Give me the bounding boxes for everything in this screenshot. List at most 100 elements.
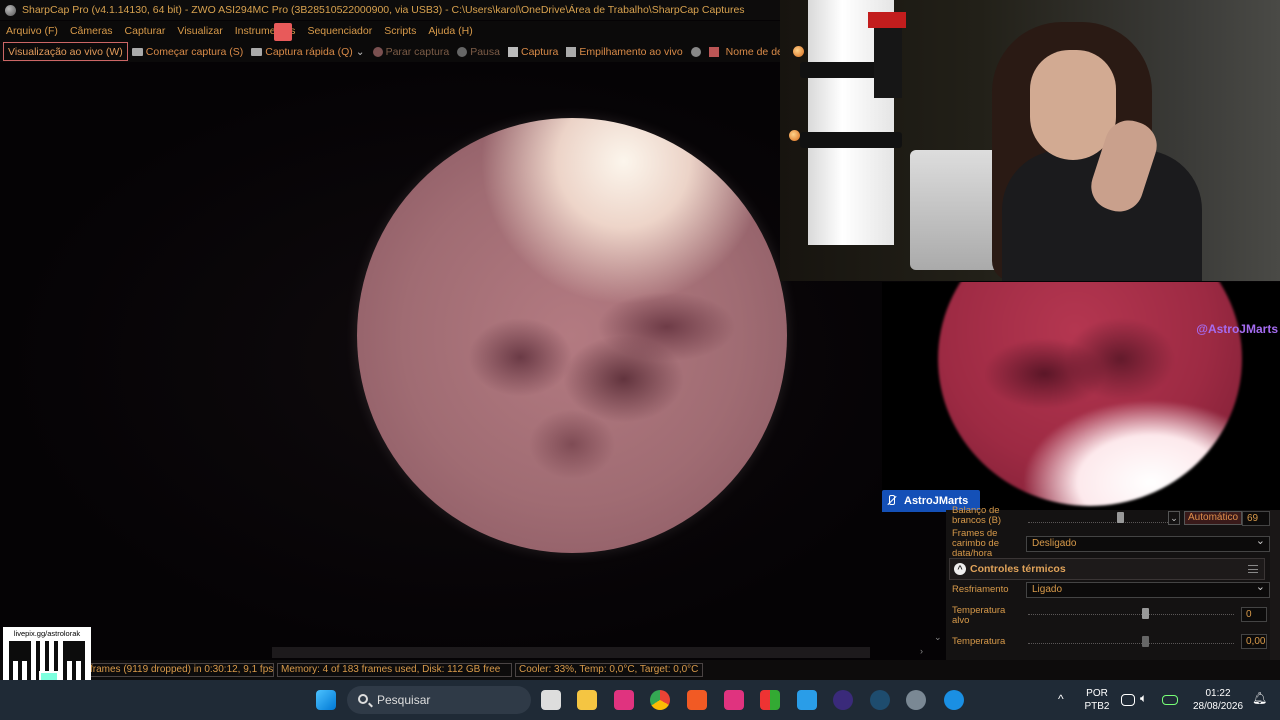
cooler-status: Cooler: 33%, Temp: 0,0°C, Target: 0,0°C	[515, 663, 703, 677]
menu-scripts[interactable]: Scripts	[378, 25, 422, 37]
temperature-thumb	[1142, 636, 1149, 647]
pause-button[interactable]: Pausa	[453, 42, 504, 61]
white-balance-slider[interactable]	[1028, 522, 1168, 523]
thermal-controls-title: Controles térmicos	[970, 563, 1066, 575]
target-temp-slider[interactable]	[1028, 614, 1234, 615]
temperature-value: 0,00	[1241, 634, 1267, 649]
menu-sequencer[interactable]: Sequenciador	[301, 25, 378, 37]
timestamp-label: Frames de carimbo de data/hora	[952, 528, 999, 559]
network-icon[interactable]	[1121, 694, 1135, 706]
thermal-controls-header[interactable]: ^ Controles térmicos	[949, 558, 1265, 580]
stepper-icon[interactable]: ⌄	[1168, 511, 1180, 525]
cooling-row: Resfriamento Ligado	[952, 580, 1272, 598]
video-camera-icon	[251, 47, 263, 56]
live-stack-label: Empilhamento ao vivo	[579, 45, 683, 58]
menu-view[interactable]: Visualizar	[171, 25, 228, 37]
menu-cameras[interactable]: Câmeras	[64, 25, 119, 37]
memory-status: Memory: 4 of 183 frames used, Disk: 112 …	[277, 663, 512, 677]
volume-icon[interactable]: 🔈︎	[1140, 692, 1147, 705]
keyboard-layout: PTB2	[1084, 701, 1110, 712]
stop-icon	[372, 46, 383, 57]
stellarium-icon[interactable]	[833, 690, 853, 710]
guide-camera-overlay: @AstroJMarts	[882, 282, 1280, 510]
start-capture-label: Começar captura (S)	[145, 45, 244, 58]
target-icon	[708, 46, 719, 57]
moon-closeup-image	[938, 282, 1242, 506]
sharpcap-taskbar-icon[interactable]	[870, 690, 890, 710]
windows-taskbar: ^ POR PTB2 🔈︎ 01:22 28/08/2026 🔔︎	[0, 680, 1280, 720]
hamburger-menu-icon[interactable]	[1248, 565, 1258, 573]
search-icon	[358, 694, 368, 704]
brave-icon[interactable]	[687, 690, 707, 710]
clock-time: 01:22	[1205, 688, 1231, 699]
collapse-icon[interactable]: ^	[954, 563, 966, 575]
white-balance-label: Balanço de brancos (B)	[952, 505, 1002, 526]
compass-app-icon[interactable]	[944, 690, 964, 710]
horizontal-scrollbar[interactable]	[272, 647, 870, 658]
cooling-select[interactable]: Ligado	[1026, 580, 1270, 598]
app-pink-icon[interactable]	[724, 690, 744, 710]
file-explorer-icon[interactable]	[577, 690, 597, 710]
timestamp-select[interactable]: Desligado	[1026, 534, 1270, 552]
menu-file[interactable]: Arquivo (F)	[0, 25, 64, 37]
white-balance-thumb[interactable]	[1117, 512, 1124, 523]
snapshot-label: Captura	[521, 45, 559, 58]
stop-capture-button[interactable]: Parar captura	[369, 42, 454, 61]
telescope-mount	[910, 150, 1000, 270]
indicator-dot	[789, 130, 800, 141]
taskbar-search[interactable]: Pesquisar	[347, 686, 531, 714]
bookmark-icon	[274, 23, 292, 41]
menu-capture[interactable]: Capturar	[119, 25, 172, 37]
capture-toolbar: Visualização ao vivo (W) Começar captura…	[0, 41, 833, 62]
chevron-up-icon[interactable]: ^	[1058, 693, 1064, 706]
temperature-slider	[1028, 643, 1234, 644]
battery-icon[interactable]	[1162, 695, 1178, 705]
snapshot-icon	[508, 46, 518, 57]
clock-date: 28/08/2026	[1192, 701, 1244, 712]
clock[interactable]: 01:22 28/08/2026	[1188, 687, 1248, 713]
webcam-overlay	[780, 0, 1280, 281]
start-capture-button[interactable]: Começar captura (S)	[128, 42, 247, 61]
moon-image	[357, 118, 787, 553]
live-view-button[interactable]: Visualização ao vivo (W)	[3, 42, 128, 61]
target-temp-label: Temperatura alvo	[952, 605, 1006, 626]
stop-capture-label: Parar captura	[385, 45, 450, 58]
scroll-right-icon[interactable]: ›	[920, 646, 923, 656]
tube-ring	[800, 132, 902, 148]
notification-bell-icon[interactable]: 🔔︎	[1252, 692, 1267, 705]
menu-help[interactable]: Ajuda (H)	[422, 25, 478, 37]
sharpcap-app-icon	[5, 5, 16, 16]
media-app-icon[interactable]	[760, 690, 780, 710]
menu-bar: Arquivo (F) Câmeras Capturar Visualizar …	[0, 21, 780, 41]
white-balance-row: Balanço de brancos (B) ⌄ Automático 69	[952, 506, 1272, 526]
snapshot-button[interactable]: Captura	[504, 42, 562, 61]
language-indicator[interactable]: POR PTB2	[1084, 687, 1110, 713]
target-temp-thumb[interactable]	[1142, 608, 1149, 619]
video-camera-icon	[131, 47, 143, 56]
cooling-label: Resfriamento	[952, 584, 1009, 595]
control-panel-scrollbar[interactable]	[1270, 510, 1280, 660]
temperature-row: Temperatura 0,00	[952, 634, 1272, 650]
quick-capture-button[interactable]: Captura rápida (Q) ⌄	[247, 42, 368, 61]
screen: SharpCap Pro (v4.1.14130, 64 bit) - ZWO …	[0, 0, 1280, 720]
streamer-handle: @AstroJMarts	[1196, 322, 1278, 336]
mic-off-icon	[886, 495, 896, 507]
task-view-icon[interactable]	[541, 690, 561, 710]
chrome-icon[interactable]	[650, 690, 670, 710]
scroll-down-icon[interactable]: ⌄	[934, 632, 942, 643]
indicator-dot	[793, 46, 804, 57]
pause-icon	[457, 46, 468, 57]
auto-white-balance-toggle[interactable]: Automático	[1184, 511, 1243, 525]
timestamp-row: Frames de carimbo de data/hora Desligado	[952, 528, 1272, 559]
chevron-down-icon[interactable]: ⌄	[356, 46, 365, 58]
camera-red-band	[868, 12, 906, 28]
photos-icon[interactable]	[797, 690, 817, 710]
start-icon[interactable]	[316, 690, 336, 710]
moon-app-icon[interactable]	[906, 690, 926, 710]
target-temp-value[interactable]: 0	[1241, 607, 1267, 622]
app-pink-icon[interactable]	[614, 690, 634, 710]
record-toggle[interactable]	[687, 42, 705, 61]
language-code: POR	[1086, 688, 1108, 699]
white-balance-value[interactable]: 69	[1242, 511, 1270, 526]
live-stack-button[interactable]: Empilhamento ao vivo	[562, 42, 686, 61]
